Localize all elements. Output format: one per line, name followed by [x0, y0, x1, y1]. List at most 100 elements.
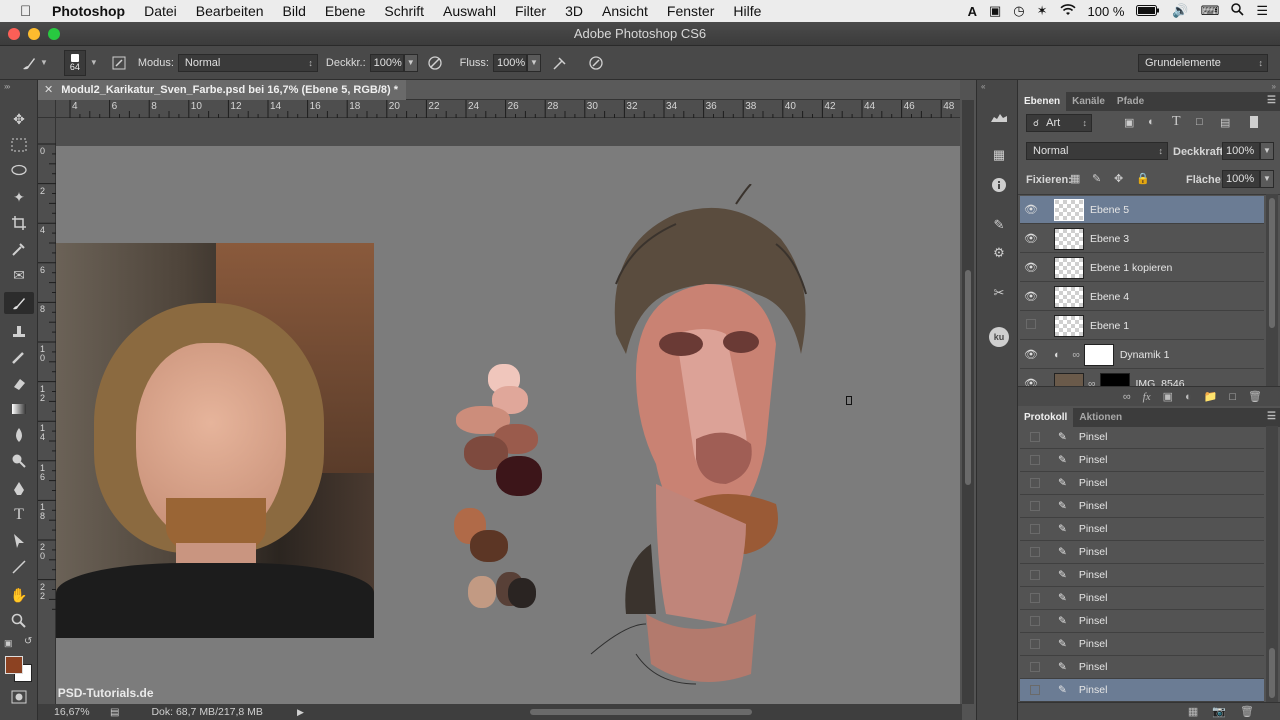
- filter-type-icon[interactable]: T: [1172, 114, 1181, 130]
- pressure-size-icon[interactable]: [585, 52, 607, 74]
- document-canvas[interactable]: ✿ PSD-Tutorials.de: [56, 118, 960, 704]
- gradient-tool-icon[interactable]: [4, 398, 34, 420]
- history-snapshot-checkbox[interactable]: [1030, 616, 1040, 626]
- layer-blend-mode-select[interactable]: Normal ↕: [1026, 142, 1168, 160]
- line-tool-icon[interactable]: [4, 556, 34, 578]
- tool-preset-picker[interactable]: [18, 52, 40, 74]
- panel-menu-icon[interactable]: ☰: [1267, 411, 1276, 422]
- layer-name[interactable]: IMG_8546: [1136, 378, 1185, 387]
- layer-row-dynamik-1[interactable]: 👁 ◐ ∞ Dynamik 1: [1020, 341, 1264, 369]
- zoom-level[interactable]: 16,67%: [54, 706, 104, 718]
- history-step[interactable]: ✎ Pinsel: [1020, 610, 1264, 633]
- panel-menu-icon[interactable]: ☰: [1267, 95, 1276, 106]
- layer-name[interactable]: Ebene 1: [1090, 320, 1129, 332]
- tool-presets-icon[interactable]: ✂: [988, 282, 1010, 304]
- flow-slider-button[interactable]: ▼: [527, 53, 541, 72]
- move-tool-icon[interactable]: ✥: [4, 108, 34, 130]
- histogram-icon[interactable]: [988, 106, 1010, 128]
- layer-row-ebene-5[interactable]: 👁 Ebene 5: [1020, 196, 1264, 224]
- horizontal-scroll-thumb[interactable]: [530, 709, 752, 715]
- status-menu-arrow-icon[interactable]: ▶: [297, 707, 304, 718]
- filter-pixel-icon[interactable]: ▣: [1124, 116, 1134, 129]
- history-snapshot-checkbox[interactable]: [1030, 662, 1040, 672]
- lock-all-icon[interactable]: 🔒: [1136, 172, 1150, 185]
- layer-name[interactable]: Ebene 3: [1090, 233, 1129, 245]
- hand-tool-icon[interactable]: ✋: [4, 584, 34, 606]
- tab-pfade[interactable]: Pfade: [1111, 92, 1150, 111]
- history-snapshot-checkbox[interactable]: [1030, 685, 1040, 695]
- history-snapshot-checkbox[interactable]: [1030, 501, 1040, 511]
- filter-smart-object-icon[interactable]: ▤: [1220, 116, 1230, 129]
- new-layer-icon[interactable]: □: [1229, 391, 1236, 403]
- layer-opacity-field[interactable]: 100%: [1222, 142, 1260, 160]
- menu-fenster[interactable]: Fenster: [667, 3, 714, 19]
- blend-mode-select[interactable]: Normal ↕: [177, 53, 318, 72]
- menu-bearbeiten[interactable]: Bearbeiten: [196, 3, 264, 19]
- layer-row-ebene-4[interactable]: 👁 Ebene 4: [1020, 283, 1264, 311]
- panel-collapse-icon[interactable]: «: [981, 82, 985, 91]
- healing-brush-tool-icon[interactable]: ✉: [4, 264, 34, 286]
- menu-bild[interactable]: Bild: [283, 3, 306, 19]
- panel-collapse-icon[interactable]: »: [1272, 82, 1276, 91]
- crop-tool-icon[interactable]: [4, 212, 34, 234]
- eye-icon[interactable]: 👁: [1020, 290, 1042, 303]
- filter-shape-icon[interactable]: □: [1196, 116, 1203, 128]
- new-document-from-state-icon[interactable]: ▦: [1188, 705, 1198, 718]
- menu-filter[interactable]: Filter: [515, 3, 546, 19]
- layer-row-ebene-1[interactable]: Ebene 1: [1020, 312, 1264, 340]
- link-layers-icon[interactable]: ∞: [1123, 391, 1131, 403]
- history-snapshot-checkbox[interactable]: [1030, 524, 1040, 534]
- default-colors-icon[interactable]: ▣: [4, 638, 13, 649]
- quick-mask-icon[interactable]: [4, 686, 34, 708]
- filter-adjustment-icon[interactable]: ◐: [1148, 116, 1155, 128]
- apple-icon[interactable]: : [20, 3, 40, 20]
- marquee-tool-icon[interactable]: [4, 134, 34, 156]
- eye-icon[interactable]: 👁: [1020, 203, 1042, 216]
- brush-picker-arrow[interactable]: ▼: [90, 58, 98, 67]
- brush-tool-icon[interactable]: [4, 292, 34, 314]
- history-step-current[interactable]: ✎ Pinsel: [1020, 679, 1264, 702]
- menu-3d[interactable]: 3D: [565, 3, 583, 19]
- tab-ebenen[interactable]: Ebenen: [1018, 92, 1067, 111]
- history-step[interactable]: ✎ Pinsel: [1020, 472, 1264, 495]
- document-tab[interactable]: ✕ Modul2_Karikatur_Sven_Farbe.psd bei 16…: [38, 79, 407, 100]
- menu-hilfe[interactable]: Hilfe: [733, 3, 761, 19]
- opacity-slider-button[interactable]: ▼: [403, 53, 418, 72]
- eraser-tool-icon[interactable]: [4, 372, 34, 394]
- history-step[interactable]: ✎ Pinsel: [1020, 449, 1264, 472]
- lock-transparency-icon[interactable]: ▦: [1070, 172, 1080, 185]
- chevron-down-icon[interactable]: ▼: [40, 58, 48, 67]
- menu-schrift[interactable]: Schrift: [384, 3, 424, 19]
- time-machine-icon[interactable]: ◷: [1013, 3, 1024, 19]
- vertical-ruler[interactable]: 0 2 4 6 8 1 0 1 2 1 4 1 6 1 8 2 0 2 2: [38, 118, 56, 704]
- eye-icon[interactable]: 👁: [1020, 232, 1042, 245]
- layer-row-img-8546[interactable]: 👁 ∞ IMG_8546: [1020, 370, 1264, 386]
- layer-opacity-slider-button[interactable]: ▼: [1260, 142, 1274, 160]
- lasso-tool-icon[interactable]: [4, 160, 34, 182]
- history-scroll-thumb[interactable]: [1269, 648, 1275, 698]
- clone-stamp-tool-icon[interactable]: [4, 320, 34, 342]
- visibility-toggle-empty[interactable]: [1020, 319, 1042, 332]
- layer-name[interactable]: Dynamik 1: [1120, 349, 1170, 361]
- blur-tool-icon[interactable]: [4, 424, 34, 446]
- eye-icon[interactable]: 👁: [1020, 377, 1042, 386]
- add-mask-icon[interactable]: ▣: [1163, 390, 1173, 403]
- zoom-tool-icon[interactable]: [4, 610, 34, 632]
- info-icon[interactable]: [988, 174, 1010, 196]
- export-icon[interactable]: ▤: [110, 707, 119, 718]
- layer-fill-slider-button[interactable]: ▼: [1260, 170, 1274, 188]
- keyboard-icon[interactable]: ⌨: [1201, 3, 1220, 19]
- layer-name[interactable]: Ebene 5: [1090, 204, 1129, 216]
- delete-state-icon[interactable]: 🗑: [1240, 705, 1254, 718]
- minimize-window-button[interactable]: [28, 28, 40, 40]
- history-snapshot-checkbox[interactable]: [1030, 455, 1040, 465]
- adjustments-icon[interactable]: ⚙: [988, 242, 1010, 264]
- layer-style-icon[interactable]: fx: [1143, 391, 1151, 403]
- history-snapshot-checkbox[interactable]: [1030, 593, 1040, 603]
- navigator-icon[interactable]: ▦: [988, 144, 1010, 166]
- flow-field[interactable]: 100%: [493, 53, 527, 72]
- delete-layer-icon[interactable]: 🗑: [1248, 390, 1262, 403]
- horizontal-scrollbar[interactable]: [310, 704, 962, 720]
- volume-icon[interactable]: 🔊: [1172, 3, 1188, 19]
- layer-row-ebene-3[interactable]: 👁 Ebene 3: [1020, 225, 1264, 253]
